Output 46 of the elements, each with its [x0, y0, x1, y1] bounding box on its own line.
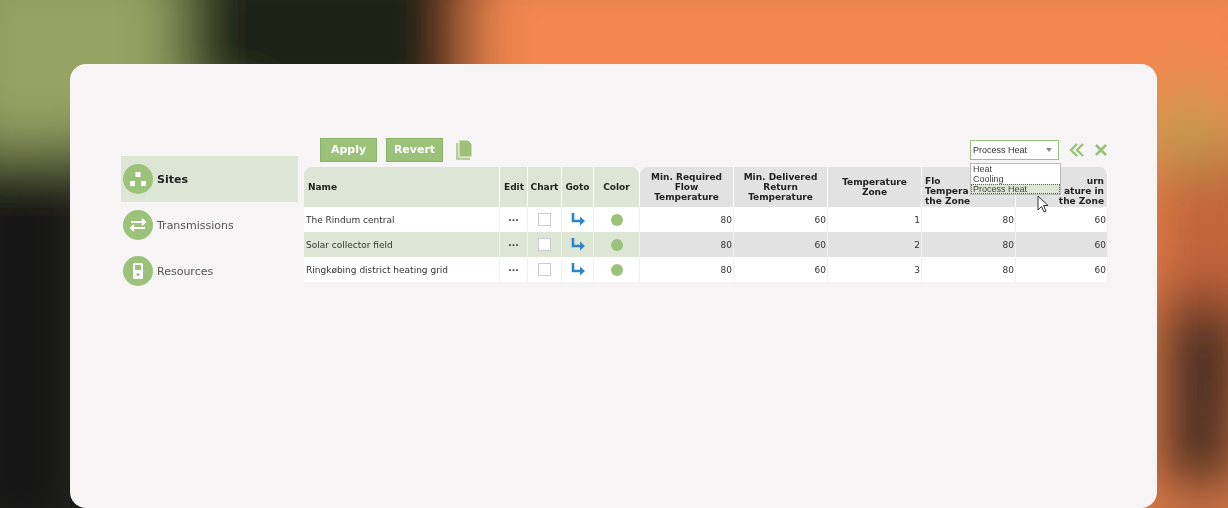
column-header: Edit [500, 167, 528, 207]
table-cell: 60 [1094, 239, 1106, 250]
edit-button[interactable]: ··· [508, 214, 519, 225]
edit-button[interactable]: ··· [508, 239, 519, 250]
table-cell: 80 [1002, 264, 1014, 275]
table-cell: 60 [814, 214, 826, 225]
sidebar-item[interactable]: Sites [121, 156, 298, 202]
checkbox[interactable] [538, 213, 551, 226]
table-cell: Ringkøbing district heating grid [306, 264, 449, 275]
table-cell: Solar collector field [306, 239, 393, 250]
double-chevron-icon[interactable] [1069, 142, 1085, 157]
table-cell: 80 [720, 214, 732, 225]
column-header: Temperature Zone [828, 167, 922, 207]
close-icon[interactable] [1094, 142, 1108, 157]
turn-arrow-icon[interactable] [569, 262, 586, 277]
turn-arrow-icon[interactable] [569, 212, 586, 227]
device-icon [123, 256, 153, 286]
table-cell: 1 [914, 214, 920, 225]
column-header: Name [304, 167, 500, 207]
column-header: Goto [562, 167, 594, 207]
table-cell: 80 [1002, 214, 1014, 225]
table-cell: 80 [1002, 239, 1014, 250]
turn-arrow-icon[interactable] [569, 237, 586, 252]
table-cell: 60 [814, 264, 826, 275]
network-icon [123, 164, 153, 194]
arrows-icon [123, 210, 153, 240]
column-header: Color [594, 167, 640, 207]
checkbox[interactable] [538, 263, 551, 276]
column-header: Min. Required Flow Temperature [640, 167, 734, 207]
edit-button[interactable]: ··· [508, 264, 519, 275]
caret-icon [1046, 147, 1052, 152]
table-cell: 60 [1094, 214, 1106, 225]
table-cell: 80 [720, 239, 732, 250]
copy-icon[interactable] [454, 138, 474, 161]
table-cell: 60 [814, 239, 826, 250]
sidebar-item[interactable]: Transmissions [121, 202, 298, 248]
column-header: Chart [528, 167, 562, 207]
table-cell: 80 [720, 264, 732, 275]
checkbox[interactable] [538, 238, 551, 251]
table-cell: 3 [914, 264, 920, 275]
table-cell: 60 [1094, 264, 1106, 275]
table-cell: 2 [914, 239, 920, 250]
table-cell: The Rindum central [306, 214, 395, 225]
column-header: Min. Delivered Return Temperature [734, 167, 828, 207]
sidebar-item[interactable]: Resources [121, 248, 298, 294]
dropdown-option[interactable]: Process Heat [971, 183, 1060, 194]
